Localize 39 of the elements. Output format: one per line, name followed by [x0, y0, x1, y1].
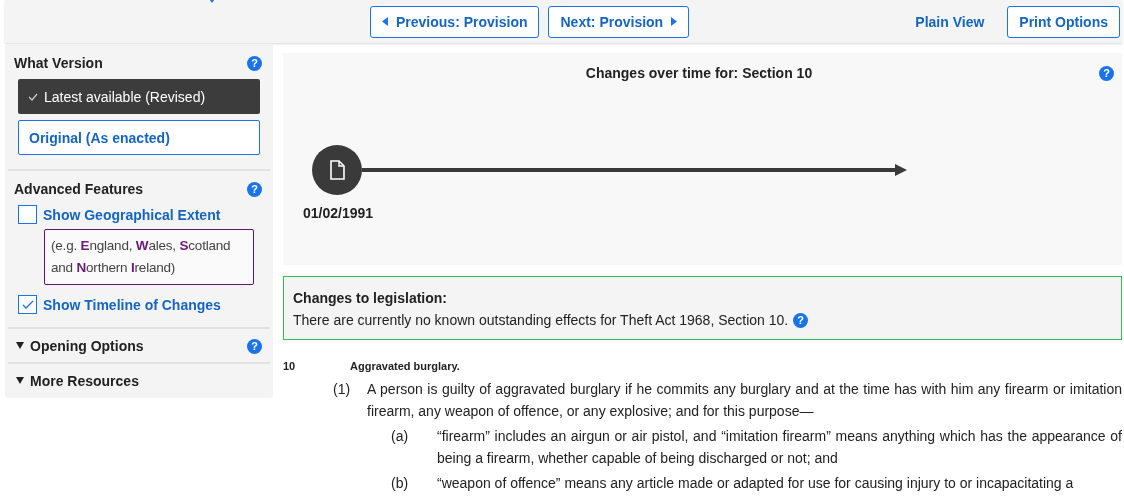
- paragraph-text: “firearm” includes an airgun or air pistol, and “imitation firearm” means anything which has the appearance of being a firearm, whether capable of being discharged or not; and: [437, 427, 1122, 468]
- timeline-date: 01/02/1991: [301, 205, 375, 221]
- check-icon: [21, 299, 34, 310]
- checkbox[interactable]: [18, 295, 37, 314]
- paragraph-number: (b): [391, 474, 410, 493]
- option-label[interactable]: Show Timeline of Changes: [43, 296, 221, 313]
- right-triangle-icon: [671, 17, 678, 26]
- version-option[interactable]: Original (As enacted): [18, 120, 260, 155]
- subsection-number: (1): [333, 380, 352, 399]
- section-heading: Advanced Features: [14, 181, 144, 197]
- document-marker-icon[interactable]: [312, 145, 362, 195]
- subsection-text: A person is guilty of aggravated burglary if he commits any burglary and at the time has with him any firearm or imitation firearm, any weapon of offence, or any explosive; and for this purpose—: [367, 380, 1122, 421]
- help-icon[interactable]: ?: [793, 312, 809, 328]
- timeline-title: Changes over time for: Section 10: [584, 65, 814, 81]
- option-label[interactable]: Show Geographical Extent: [43, 206, 221, 223]
- notice-title: Changes to legislation:: [293, 289, 448, 308]
- help-icon[interactable]: ?: [247, 181, 262, 197]
- expander[interactable]: More Resources: [8, 364, 270, 395]
- help-icon[interactable]: ?: [247, 338, 262, 354]
- left-triangle-icon: [382, 17, 388, 26]
- check-icon: [28, 92, 38, 101]
- extent-note: (e.g. England, Wales, Scotland and Northern Ireland): [44, 229, 254, 285]
- paragraph-number: (a): [391, 427, 410, 446]
- version-option[interactable]: Latest available (Revised): [18, 79, 260, 114]
- plain-view-link[interactable]: Plain View: [915, 13, 985, 30]
- section-heading: Aggravated burglary.: [350, 360, 460, 372]
- triangle-icon: [16, 342, 24, 350]
- help-icon[interactable]: ?: [1099, 65, 1114, 81]
- next-button[interactable]: Next: Provision: [548, 5, 690, 38]
- previous-button[interactable]: Previous: Provision: [370, 5, 540, 38]
- section-number: 10: [283, 360, 297, 372]
- print-options-button[interactable]: Print Options: [1007, 5, 1120, 38]
- paragraph-text: “weapon of offence” means any article made or adapted for use for causing injury to or incapacitating a: [437, 474, 1075, 493]
- expander[interactable]: Opening Options ?: [8, 329, 270, 364]
- help-icon[interactable]: ?: [247, 55, 262, 71]
- triangle-icon: [16, 377, 24, 385]
- notice-text: There are currently no known outstanding effects for Theft Act 1968, Section 10.: [293, 311, 789, 330]
- section-heading: What Version: [14, 55, 103, 71]
- checkbox[interactable]: [18, 205, 37, 224]
